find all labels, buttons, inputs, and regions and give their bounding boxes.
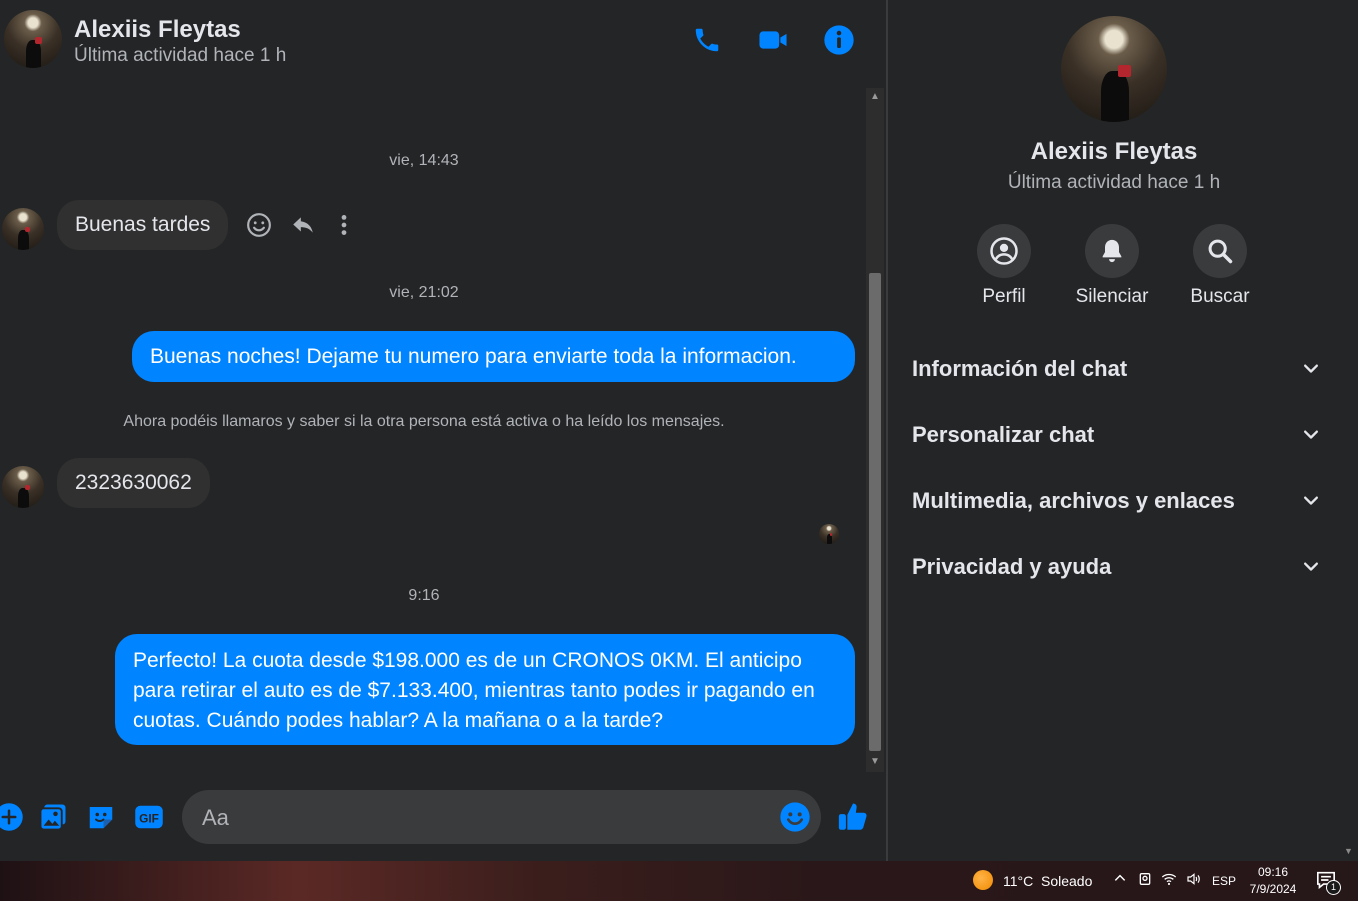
attach-photo-button[interactable]: [36, 800, 70, 834]
profile-label: Perfil: [982, 286, 1026, 307]
chevron-down-icon: [1296, 552, 1326, 582]
message-actions: [246, 212, 354, 243]
react-button[interactable]: [246, 212, 272, 243]
bell-icon: [1102, 239, 1122, 263]
thumbs-up-icon: [838, 803, 867, 830]
profile-circle: [977, 224, 1031, 278]
timestamp-separator: vie, 14:43: [389, 152, 459, 169]
chat-pane: Alexiis Fleytas Última actividad hace 1 …: [0, 0, 886, 861]
reply-button[interactable]: [290, 212, 316, 243]
mute-circle: [1085, 224, 1139, 278]
send-like-button[interactable]: [836, 800, 870, 834]
chevron-down-icon: [1296, 354, 1326, 384]
composer: GIF: [0, 780, 886, 856]
section-title: Privacidad y ayuda: [912, 554, 1112, 579]
conversation-info-button[interactable]: [821, 22, 857, 58]
section-privacy-help[interactable]: Privacidad y ayuda: [900, 541, 1326, 593]
message-text: Perfecto! La cuota desde $198.000 es de …: [133, 649, 815, 732]
status-notice: Ahora podéis llamaros y saber si la otra…: [123, 413, 725, 430]
outgoing-message[interactable]: Perfecto! La cuota desde $198.000 es de …: [115, 634, 855, 745]
message-scrollbar[interactable]: ▲ ▼: [866, 88, 884, 772]
notification-badge: 1: [1326, 880, 1341, 895]
input-language[interactable]: ESP: [1212, 874, 1236, 888]
search-circle: [1193, 224, 1247, 278]
message-text: Buenas noches! Dejame tu numero para env…: [150, 344, 797, 368]
scroll-up-arrow-icon[interactable]: ▲: [869, 91, 881, 103]
sender-avatar[interactable]: [2, 208, 44, 250]
section-media-files-links[interactable]: Multimedia, archivos y enlaces: [900, 475, 1326, 527]
reply-arrow-icon: [293, 217, 313, 233]
volume-icon[interactable]: [1185, 871, 1203, 890]
user-circle-icon: [990, 237, 1018, 265]
meet-now-icon[interactable]: [1137, 871, 1153, 890]
video-call-button[interactable]: [755, 22, 791, 58]
sender-avatar[interactable]: [2, 466, 44, 508]
phone-icon: [695, 28, 719, 52]
scroll-down-arrow-icon[interactable]: ▼: [869, 756, 881, 768]
contact-status: Última actividad hace 1 h: [74, 45, 287, 66]
mute-button[interactable]: Silenciar: [1057, 224, 1167, 308]
image-icon: [39, 804, 66, 831]
weather-condition[interactable]: Soleado: [1041, 873, 1092, 889]
read-receipt-avatar: [819, 524, 839, 544]
chevron-up-icon: [1114, 874, 1126, 881]
info-icon: [824, 25, 854, 55]
more-vertical-icon: [341, 215, 347, 235]
scroll-down-arrow-icon[interactable]: ▼: [1344, 846, 1353, 856]
emoji-button[interactable]: [779, 801, 811, 833]
gif-icon: GIF: [135, 805, 163, 829]
voice-call-button[interactable]: [689, 22, 725, 58]
sticker-icon: [89, 807, 113, 829]
message-text: 2323630062: [75, 471, 192, 494]
chevron-down-icon: [1296, 420, 1326, 450]
message-input-box: [182, 790, 821, 846]
message-input[interactable]: [200, 790, 764, 846]
show-hidden-icons-button[interactable]: [1113, 871, 1127, 888]
section-customize-chat[interactable]: Personalizar chat: [900, 409, 1326, 461]
search-icon: [1208, 239, 1233, 264]
profile-status: Última actividad hace 1 h: [1007, 172, 1221, 193]
incoming-message[interactable]: 2323630062: [57, 458, 210, 508]
windows-taskbar: 11°C Soleado ESP 09:16 7/9/2024 1: [0, 861, 1358, 901]
clock-date[interactable]: 7/9/2024: [1246, 882, 1300, 896]
weather-temperature[interactable]: 11°C: [1003, 873, 1033, 889]
more-options-button[interactable]: [334, 212, 354, 243]
conversation-details-panel: Alexiis Fleytas Última actividad hace 1 …: [888, 0, 1340, 861]
section-title: Personalizar chat: [912, 422, 1095, 447]
outgoing-message[interactable]: Buenas noches! Dejame tu numero para env…: [132, 331, 855, 382]
section-title: Multimedia, archivos y enlaces: [912, 488, 1235, 513]
gif-button[interactable]: GIF: [132, 800, 166, 834]
search-label: Buscar: [1190, 286, 1250, 307]
message-list[interactable]: vie, 14:43 Buenas tardes vie, 21:02 Buen…: [0, 88, 868, 772]
panel-scrollbar[interactable]: ▼: [1340, 0, 1358, 861]
scrollbar-thumb[interactable]: [869, 273, 881, 751]
more-actions-button[interactable]: [0, 800, 26, 834]
clock-time[interactable]: 09:16: [1250, 865, 1296, 879]
timestamp-separator: 9:16: [408, 587, 440, 604]
section-chat-info[interactable]: Información del chat: [900, 343, 1326, 395]
svg-text:GIF: GIF: [139, 811, 159, 825]
timestamp-separator: vie, 21:02: [389, 284, 459, 301]
profile-avatar[interactable]: [1061, 16, 1167, 122]
chat-header: Alexiis Fleytas Última actividad hace 1 …: [0, 0, 886, 84]
wifi-icon[interactable]: [1161, 871, 1177, 890]
section-title: Información del chat: [912, 356, 1128, 381]
smiley-icon: [247, 213, 271, 237]
profile-button[interactable]: Perfil: [949, 224, 1059, 308]
profile-name[interactable]: Alexiis Fleytas: [888, 138, 1340, 166]
contact-avatar[interactable]: [4, 10, 62, 68]
plus-circle-icon: [0, 803, 23, 831]
contact-name[interactable]: Alexiis Fleytas: [74, 16, 241, 44]
video-camera-icon: [759, 31, 787, 49]
incoming-message[interactable]: Buenas tardes: [57, 200, 229, 250]
chevron-down-icon: [1296, 486, 1326, 516]
mute-label: Silenciar: [1075, 286, 1149, 307]
sun-icon[interactable]: [973, 870, 993, 890]
emoji-icon: [780, 802, 810, 832]
sticker-button[interactable]: [84, 800, 118, 834]
search-button[interactable]: Buscar: [1165, 224, 1275, 308]
message-text: Buenas tardes: [75, 213, 211, 236]
